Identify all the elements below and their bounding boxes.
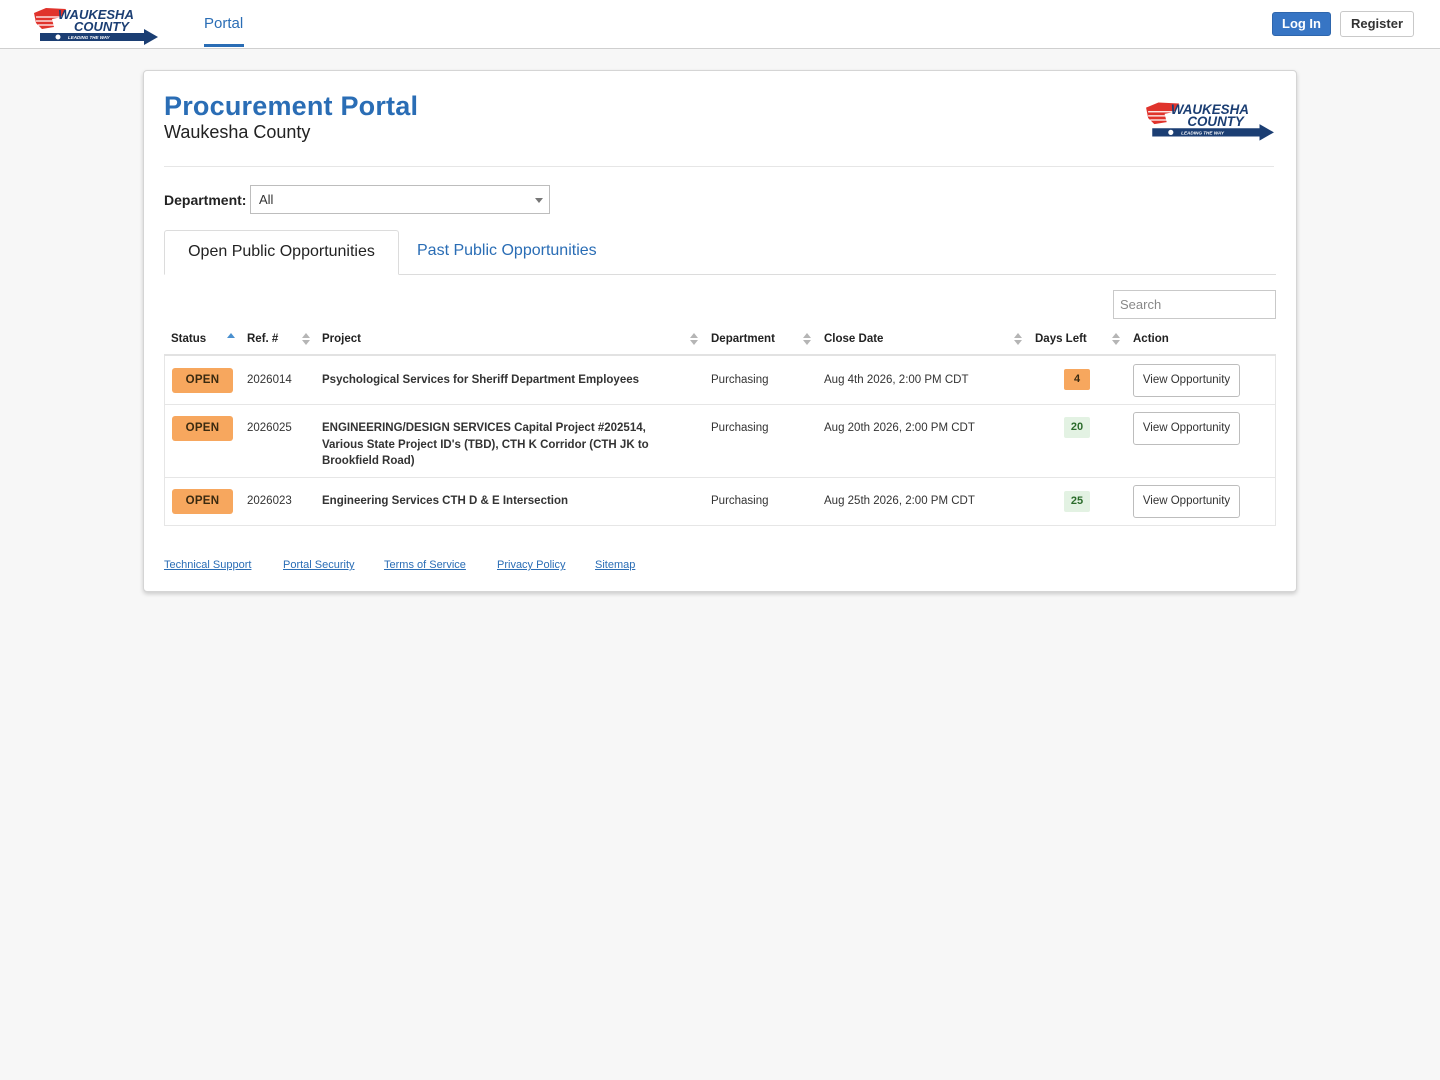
column-header-ref[interactable]: Ref. # [247,323,278,355]
days-left-badge: 25 [1064,491,1090,512]
status-badge: OPEN [172,489,233,514]
project-name: Engineering Services CTH D & E Intersect… [322,495,569,507]
project-name: ENGINEERING/DESIGN SERVICES Capital Proj… [322,422,649,467]
close-date: Aug 20th 2026, 2:00 PM CDT [824,422,975,434]
portal-card: Procurement Portal Waukesha County WAUKE… [143,70,1297,592]
sort-icon[interactable] [1112,333,1120,347]
footer-link-privacy-policy[interactable]: Privacy Policy [497,559,565,571]
table-row: OPEN 2026025 ENGINEERING/DESIGN SERVICES… [165,405,1275,478]
footer-link-technical-support[interactable]: Technical Support [164,559,251,571]
table-row: OPEN 2026014 Psychological Services for … [165,356,1275,405]
sort-icon[interactable] [1014,333,1022,347]
column-header-close-date[interactable]: Close Date [824,323,883,355]
department-name: Purchasing [711,374,769,386]
department-name: Purchasing [711,422,769,434]
column-header-action: Action [1133,333,1169,345]
footer-link-terms-of-service[interactable]: Terms of Service [384,559,466,571]
login-button[interactable]: Log In [1272,12,1331,36]
footer-link-sitemap[interactable]: Sitemap [595,559,635,571]
sort-ascending-icon[interactable] [227,333,235,347]
sort-icon[interactable] [803,333,811,347]
waukesha-county-logo[interactable]: WAUKESHA COUNTY LEADING THE WAY [32,5,160,45]
header-divider [164,166,1274,167]
department-name: Purchasing [711,495,769,507]
close-date: Aug 25th 2026, 2:00 PM CDT [824,495,975,507]
status-badge: OPEN [172,368,233,393]
project-name: Psychological Services for Sheriff Depar… [322,374,640,386]
top-navigation: WAUKESHA COUNTY LEADING THE WAY Portal L… [0,0,1440,49]
ref-number: 2026023 [247,495,292,507]
column-header-status[interactable]: Status [171,323,206,355]
ref-number: 2026014 [247,374,292,386]
days-left-badge: 20 [1064,417,1090,438]
table-body: OPEN 2026014 Psychological Services for … [164,356,1276,526]
svg-text:LEADING THE WAY: LEADING THE WAY [1181,130,1225,135]
tab-open-opportunities[interactable]: Open Public Opportunities [164,230,399,275]
register-button[interactable]: Register [1340,11,1414,37]
ref-number: 2026025 [247,422,292,434]
svg-text:LEADING THE WAY: LEADING THE WAY [68,35,111,40]
department-select-value: All [259,192,274,207]
view-opportunity-button[interactable]: View Opportunity [1133,364,1240,397]
department-label: Department: [164,192,247,208]
view-opportunity-button[interactable]: View Opportunity [1133,412,1240,445]
view-opportunity-button[interactable]: View Opportunity [1133,485,1240,518]
status-badge: OPEN [172,416,233,441]
column-header-project[interactable]: Project [322,323,361,355]
table-row: OPEN 2026023 Engineering Services CTH D … [165,478,1275,525]
search-input[interactable] [1113,290,1276,319]
close-date: Aug 4th 2026, 2:00 PM CDT [824,374,969,386]
svg-text:COUNTY: COUNTY [74,19,130,34]
chevron-down-icon [535,198,543,203]
sort-icon[interactable] [302,333,310,347]
sort-icon[interactable] [690,333,698,347]
waukesha-county-logo: WAUKESHA COUNTY LEADING THE WAY [1146,102,1274,141]
column-header-department[interactable]: Department [711,323,775,355]
svg-text:COUNTY: COUNTY [1187,114,1245,129]
footer-link-portal-security[interactable]: Portal Security [283,559,355,571]
active-nav-indicator [204,44,244,47]
nav-link-portal[interactable]: Portal [204,0,243,48]
column-header-days-left[interactable]: Days Left [1035,323,1087,355]
days-left-badge: 4 [1064,369,1090,390]
page-subtitle: Waukesha County [164,122,311,142]
page-title: Procurement Portal [164,91,419,121]
tab-past-opportunities[interactable]: Past Public Opportunities [417,230,597,275]
department-select[interactable]: All [250,185,550,214]
